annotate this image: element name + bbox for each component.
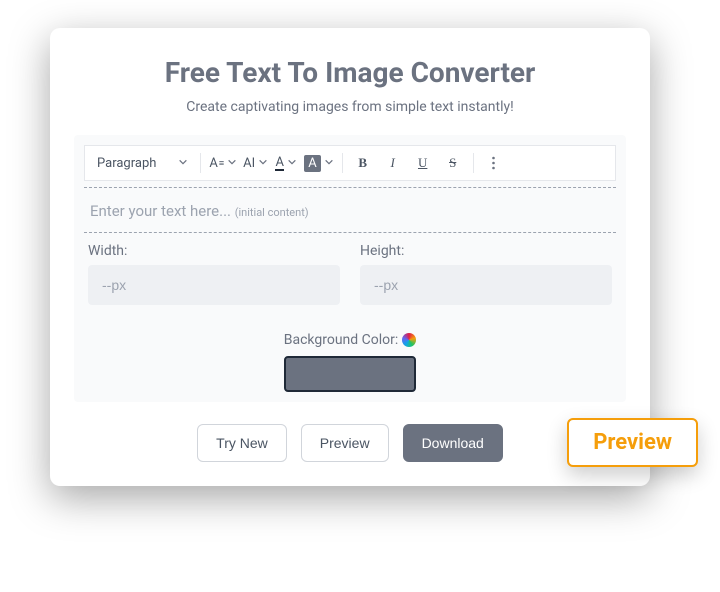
chevron-down-icon [178,156,188,171]
editor-area: Paragraph A≡ AI A A B I [74,135,626,402]
color-wheel-icon [402,333,416,347]
strikethrough-button[interactable]: S [441,151,465,175]
font-color-button[interactable]: A [274,151,298,175]
editor-toolbar: Paragraph A≡ AI A A B I [84,145,616,181]
page-title: Free Text To Image Converter [74,56,626,89]
more-options-button[interactable] [482,151,506,175]
dashed-divider [84,232,616,233]
height-input[interactable] [360,265,612,305]
button-row: Try New Preview Download [74,424,626,462]
block-format-select[interactable]: Paragraph [93,154,192,173]
try-new-button[interactable]: Try New [197,424,287,462]
width-label: Width: [88,243,340,259]
block-format-label: Paragraph [97,156,156,171]
preview-button[interactable]: Preview [301,424,389,462]
bold-button[interactable]: B [351,151,375,175]
font-size-button[interactable]: A≡ [209,151,237,175]
underline-button[interactable]: U [411,151,435,175]
editor-hint: (initial content) [235,206,309,219]
download-button[interactable]: Download [403,424,503,462]
divider [342,153,343,173]
background-color-label: Background Color: [284,332,417,348]
width-input[interactable] [88,265,340,305]
letter-case-button[interactable]: AI [243,151,268,175]
height-label: Height: [360,243,612,259]
converter-card: Free Text To Image Converter Create capt… [50,28,650,486]
editor-placeholder: Enter your text here... [90,202,231,220]
italic-button[interactable]: I [381,151,405,175]
width-column: Width: [88,243,340,305]
subtitle: Create captivating images from simple te… [74,99,626,115]
chevron-down-icon [287,156,297,171]
chevron-down-icon [227,156,237,171]
preview-badge: Preview [567,418,698,467]
background-color-row: Background Color: [84,329,616,392]
color-swatch[interactable] [284,356,416,392]
divider [200,153,201,173]
divider [473,153,474,173]
text-input-area[interactable]: Enter your text here... (initial content… [84,188,616,232]
height-column: Height: [360,243,612,305]
dimensions-row: Width: Height: [84,243,616,305]
chevron-down-icon [258,156,268,171]
chevron-down-icon [324,156,334,171]
kebab-icon [492,156,495,170]
highlight-button[interactable]: A [304,151,333,175]
